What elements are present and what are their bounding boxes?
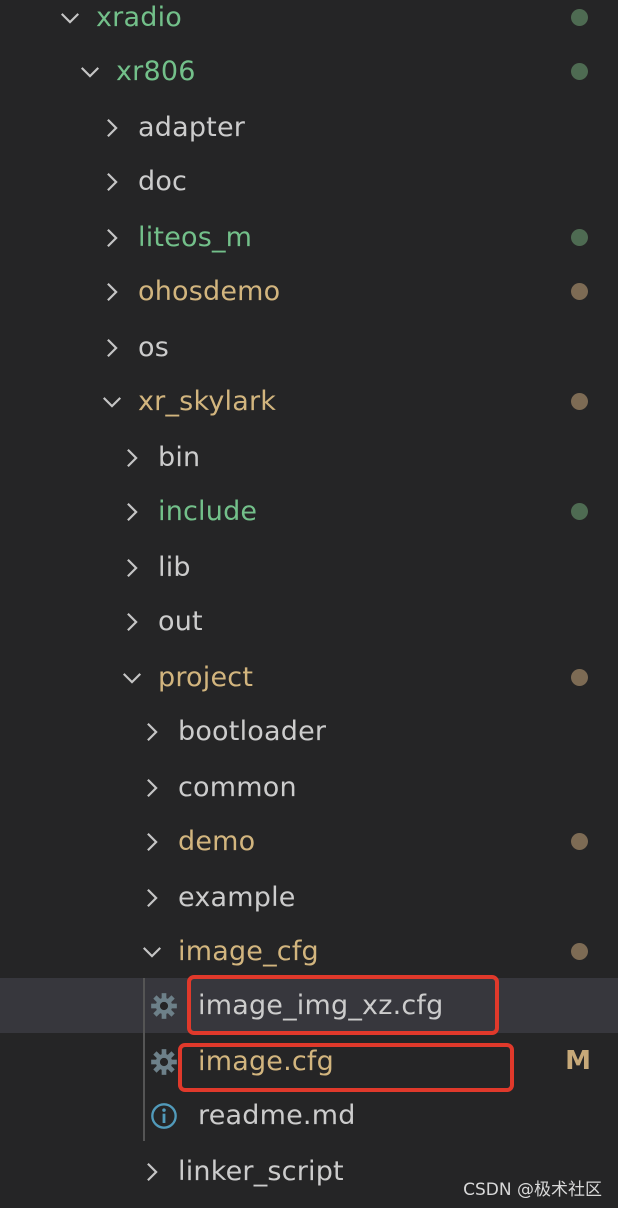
item-label: adapter <box>138 112 246 143</box>
highlight-box-image-img-xz <box>187 975 499 1035</box>
git-status-dot-icon <box>571 283 588 300</box>
chevron-down-icon[interactable] <box>100 374 124 429</box>
chevron-right-icon[interactable] <box>100 210 124 265</box>
item-label: common <box>178 772 297 803</box>
chevron-down-icon[interactable] <box>78 44 102 99</box>
item-label: bootloader <box>178 716 327 747</box>
chevron-right-icon[interactable] <box>140 814 164 869</box>
chevron-right-icon[interactable] <box>100 320 124 375</box>
folder-item-liteos-m[interactable]: liteos_m <box>0 210 618 265</box>
item-label: demo <box>178 826 256 857</box>
gear-icon <box>150 992 178 1020</box>
chevron-right-icon[interactable] <box>100 264 124 319</box>
folder-item-adapter[interactable]: adapter <box>0 100 618 155</box>
folder-item-demo[interactable]: demo <box>0 814 618 869</box>
folder-item-bin[interactable]: bin <box>0 430 618 485</box>
chevron-right-icon[interactable] <box>120 594 144 649</box>
folder-item-example[interactable]: example <box>0 870 618 925</box>
git-status-dot-icon <box>571 63 588 80</box>
folder-item-ohosdemo[interactable]: ohosdemo <box>0 264 618 319</box>
item-label: project <box>158 662 254 693</box>
item-label: os <box>138 332 169 363</box>
item-label: ohosdemo <box>138 276 281 307</box>
folder-item-doc[interactable]: doc <box>0 154 618 209</box>
folder-item-xr806[interactable]: xr806 <box>0 44 618 99</box>
chevron-right-icon[interactable] <box>140 1144 164 1199</box>
folder-item-image-cfg[interactable]: image_cfg <box>0 924 618 979</box>
chevron-right-icon[interactable] <box>140 704 164 759</box>
folder-item-bootloader[interactable]: bootloader <box>0 704 618 759</box>
git-modified-badge: M <box>565 1046 591 1076</box>
folder-item-common[interactable]: common <box>0 760 618 815</box>
item-label: out <box>158 606 203 637</box>
git-status-dot-icon <box>571 229 588 246</box>
folder-item-project[interactable]: project <box>0 650 618 705</box>
chevron-down-icon[interactable] <box>140 924 164 979</box>
git-status-dot-icon <box>571 503 588 520</box>
git-status-dot-icon <box>571 943 588 960</box>
item-label: xr_skylark <box>138 386 277 417</box>
folder-item-xr-skylark[interactable]: xr_skylark <box>0 374 618 429</box>
chevron-down-icon[interactable] <box>58 0 82 45</box>
item-label: bin <box>158 442 201 473</box>
chevron-right-icon[interactable] <box>100 100 124 155</box>
folder-item-include[interactable]: include <box>0 484 618 539</box>
item-label: doc <box>138 166 188 197</box>
item-label: lib <box>158 552 191 583</box>
item-label: xradio <box>96 2 182 33</box>
info-icon <box>150 1102 178 1130</box>
file-item-readme-md[interactable]: readme.md <box>0 1088 618 1143</box>
folder-item-out[interactable]: out <box>0 594 618 649</box>
indent-guide <box>143 978 145 1141</box>
item-label: linker_script <box>178 1156 344 1187</box>
item-label: example <box>178 882 296 913</box>
item-label: include <box>158 496 258 527</box>
folder-item-os[interactable]: os <box>0 320 618 375</box>
folder-item-lib[interactable]: lib <box>0 540 618 595</box>
item-label: liteos_m <box>138 222 253 253</box>
chevron-right-icon[interactable] <box>100 154 124 209</box>
item-label: readme.md <box>198 1100 356 1131</box>
chevron-right-icon[interactable] <box>140 760 164 815</box>
git-status-dot-icon <box>571 9 588 26</box>
item-label: xr806 <box>116 56 196 87</box>
git-status-dot-icon <box>571 393 588 410</box>
folder-item-xradio[interactable]: xradio <box>0 0 618 45</box>
chevron-right-icon[interactable] <box>120 540 144 595</box>
git-status-dot-icon <box>571 833 588 850</box>
chevron-right-icon[interactable] <box>120 484 144 539</box>
chevron-down-icon[interactable] <box>120 650 144 705</box>
highlight-box-image-cfg <box>178 1043 514 1092</box>
chevron-right-icon[interactable] <box>120 430 144 485</box>
chevron-right-icon[interactable] <box>140 870 164 925</box>
gear-icon <box>150 1048 178 1076</box>
item-label: image_cfg <box>178 936 319 967</box>
git-status-dot-icon <box>571 669 588 686</box>
watermark: CSDN @极术社区 <box>463 1180 602 1200</box>
